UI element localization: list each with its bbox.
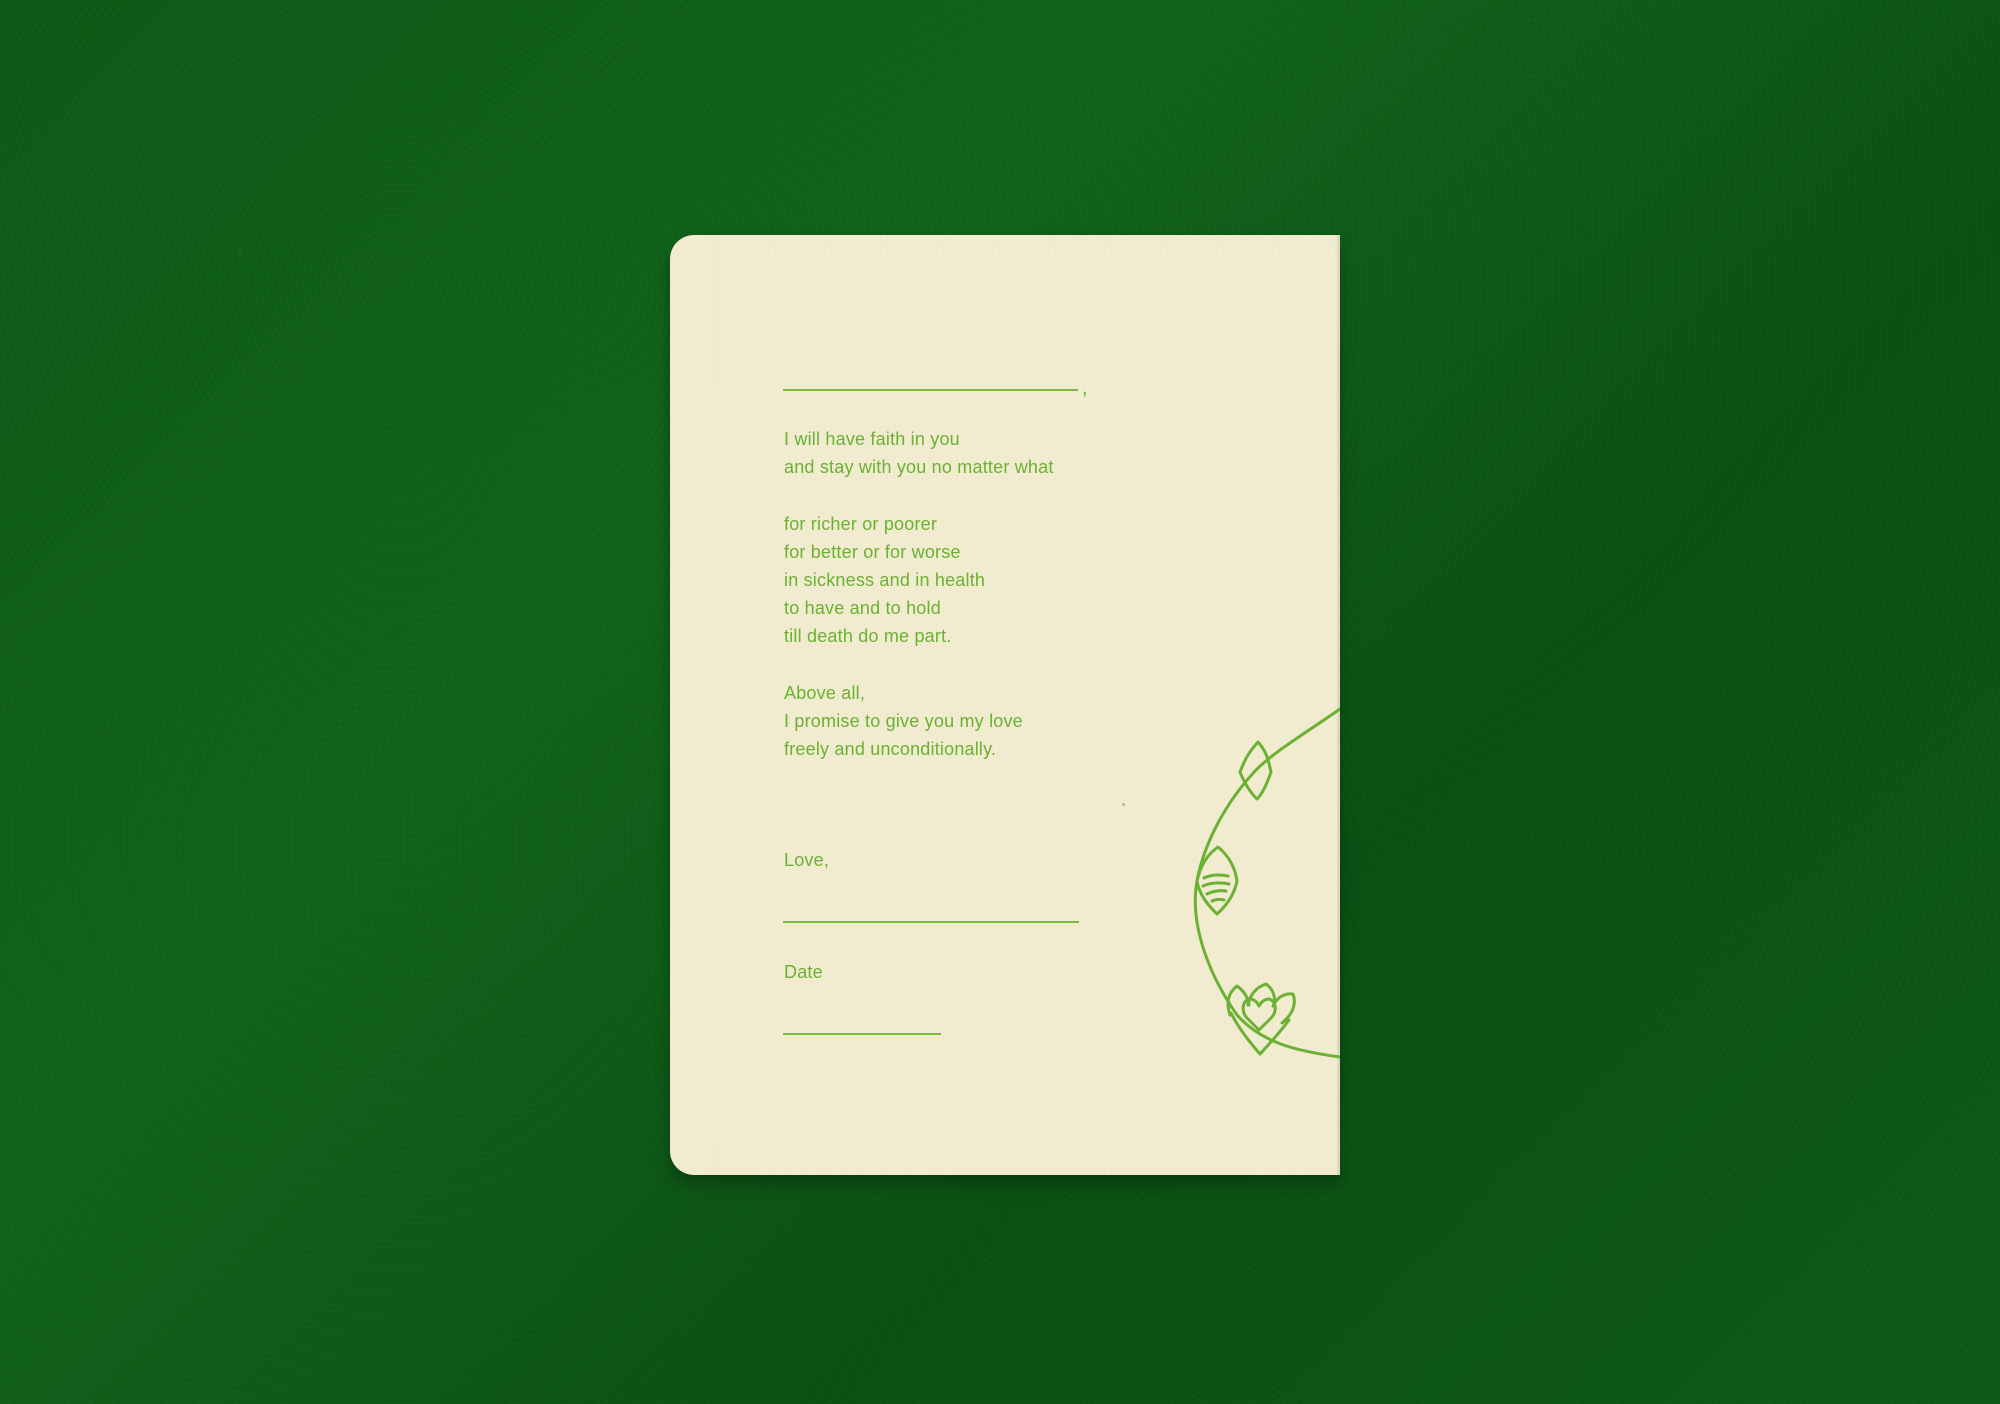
stanza-3-line-2: I promise to give you my love (784, 711, 1023, 731)
ornament-vine-illustration (1193, 707, 1340, 1059)
closing-label: Love, (784, 850, 830, 870)
paper-speck (1122, 803, 1125, 806)
date-line (783, 1033, 941, 1035)
stanza-3-line-3: freely and unconditionally. (784, 739, 997, 759)
stanza-3-line-1: Above all, (784, 683, 866, 703)
date-label: Date (784, 962, 823, 982)
stanza-1-line-1: I will have faith in you (784, 429, 960, 449)
stanza-2-line-1: for richer or poorer (784, 514, 938, 534)
recipient-name-line (783, 389, 1078, 391)
vow-card: , I will have faith in you and stay with… (670, 235, 1340, 1175)
recipient-comma: , (1082, 377, 1088, 399)
signature-line (783, 921, 1079, 923)
stanza-2-line-5: till death do me part. (784, 626, 952, 646)
stanza-1-line-2: and stay with you no matter what (784, 457, 1054, 477)
stanza-2-line-4: to have and to hold (784, 598, 941, 618)
stanza-2-line-3: in sickness and in health (784, 570, 986, 590)
stanza-2-line-2: for better or for worse (784, 542, 961, 562)
